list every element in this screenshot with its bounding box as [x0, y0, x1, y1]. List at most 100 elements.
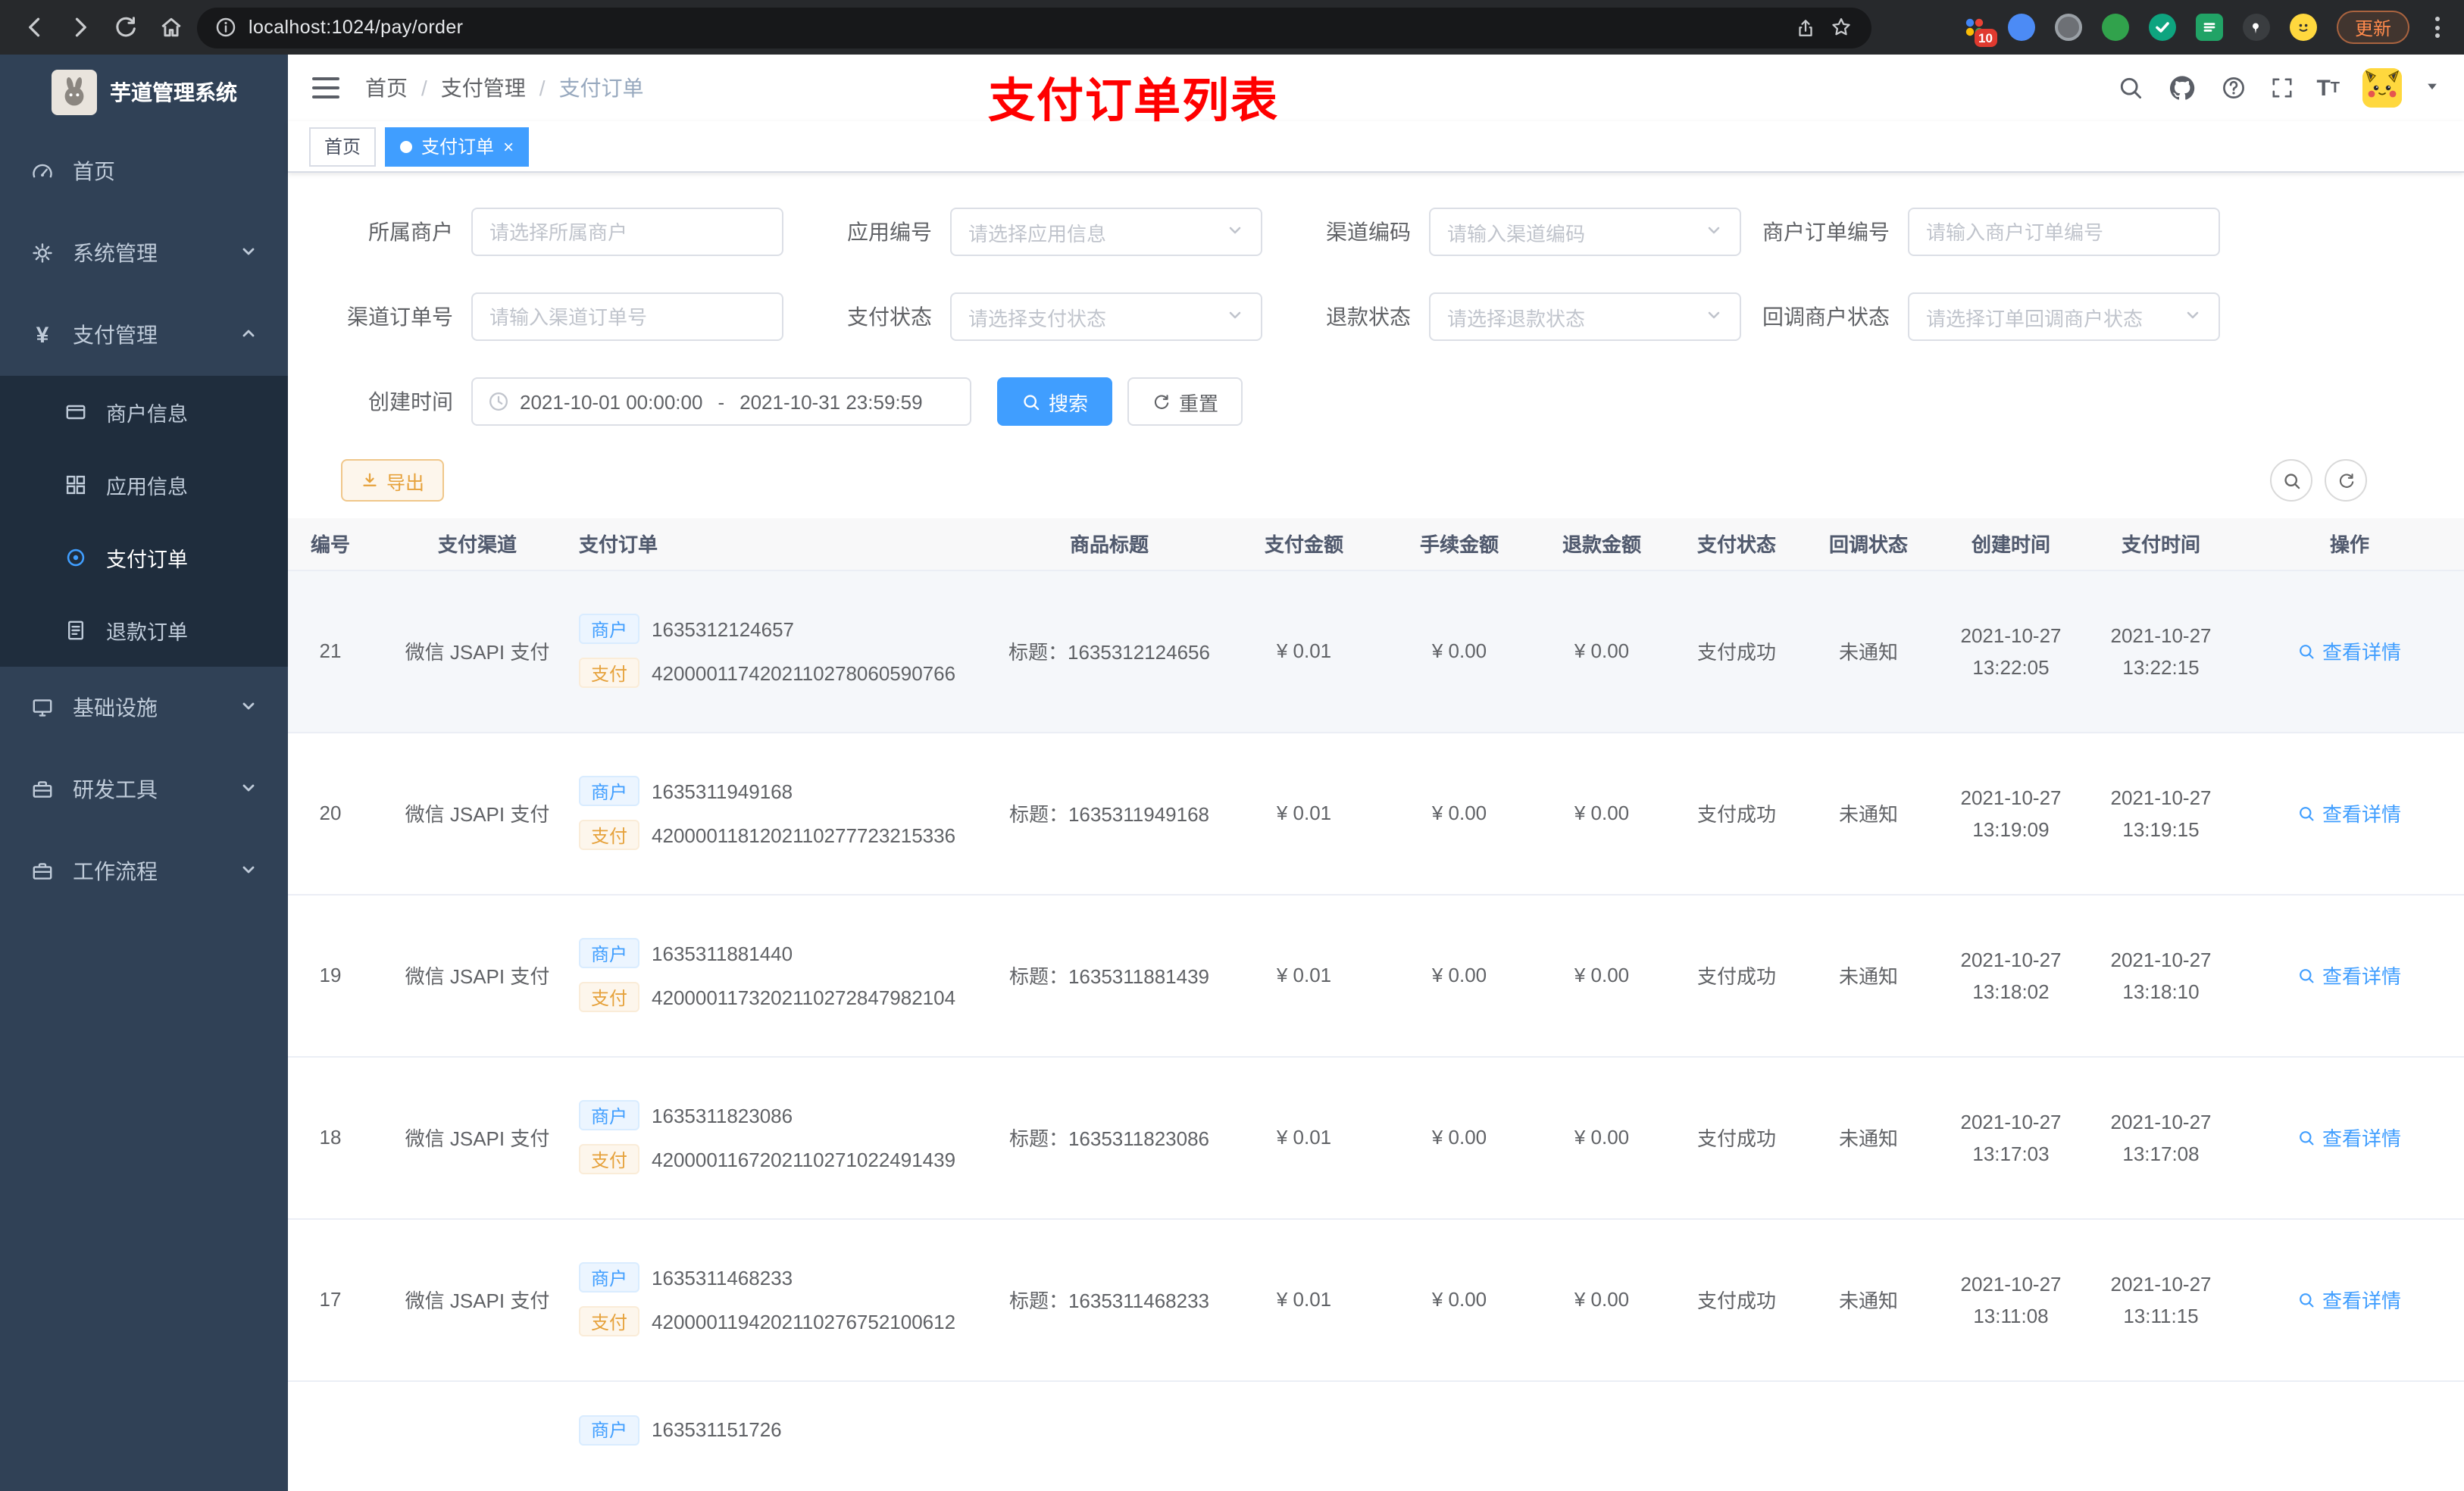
cell-refund: ¥ 0.00 [1532, 894, 1671, 1057]
notify-status-select[interactable]: 请选择订单回调商户状态 [1908, 292, 2220, 341]
filter-label: 渠道编码 [1326, 220, 1411, 244]
clock-icon [488, 391, 509, 412]
breadcrumb-current: 支付订单 [558, 76, 644, 100]
sidebar-item-workflow[interactable]: 工作流程 [0, 830, 288, 912]
cell-amount: ¥ 0.01 [1221, 1218, 1387, 1381]
channel-code-select[interactable]: 请输入渠道编码 [1429, 208, 1741, 256]
help-icon[interactable] [2219, 74, 2247, 102]
sidebar-item-payment[interactable]: ¥ 支付管理 [0, 294, 288, 376]
extension-pin-icon[interactable] [2242, 14, 2270, 41]
bookmark-star-icon[interactable] [1829, 15, 1853, 39]
pay-badge: 支付 [579, 820, 640, 850]
app-title: 芋道管理系统 [110, 80, 237, 105]
merchant-input[interactable] [471, 208, 783, 256]
view-detail-link[interactable]: 查看详情 [2298, 799, 2401, 827]
search-button[interactable]: 搜索 [997, 377, 1113, 426]
view-detail-link[interactable]: 查看详情 [2298, 1123, 2401, 1152]
table-row[interactable]: 21 微信 JSAPI 支付 商户 1635312124657 支付 4200001… [288, 570, 2464, 733]
avatar-caret-icon[interactable] [2425, 74, 2440, 102]
table-row-partial[interactable]: 商户 163531151726 [288, 1380, 2464, 1491]
pay-status-select[interactable]: 请选择支付状态 [950, 292, 1262, 341]
merchant-badge: 商户 [579, 938, 640, 968]
cell-status: 支付成功 [1671, 1056, 1802, 1219]
table-row[interactable]: 17 微信 JSAPI 支付 商户 1635311468233 支付 4200001… [288, 1218, 2464, 1381]
font-size-icon[interactable]: TT [2316, 75, 2340, 101]
url-text: localhost:1024/pay/order [249, 17, 464, 38]
cell-fee: ¥ 0.00 [1387, 732, 1532, 895]
reload-icon[interactable] [106, 8, 145, 47]
cell-create-time: 2021-10-27 13:19:09 [1960, 786, 2062, 840]
view-icon [2300, 968, 2315, 983]
extension-blue-icon[interactable] [2007, 14, 2035, 41]
view-detail-link[interactable]: 查看详情 [2298, 1285, 2401, 1314]
extension-face-icon[interactable] [2289, 14, 2317, 41]
orders-table: 编号 支付渠道 支付订单 商品标题 支付金额 手续金额 退款金额 支付状态 回调… [288, 518, 2464, 1491]
sidebar-item-infrastructure[interactable]: 基础设施 [0, 667, 288, 749]
toggle-search-button[interactable] [2270, 459, 2312, 502]
sidebar-toggle-icon[interactable] [312, 77, 339, 98]
github-icon[interactable] [2166, 73, 2197, 103]
channel-order-no-input[interactable] [471, 292, 783, 341]
refresh-button[interactable] [2325, 459, 2367, 502]
sidebar-item-app-info[interactable]: 应用信息 [0, 449, 288, 521]
create-time-range-picker[interactable]: 2021-10-01 00:00:00 - 2021-10-31 23:59:5… [471, 377, 971, 426]
close-icon[interactable]: × [503, 137, 514, 155]
filter-label: 退款状态 [1326, 305, 1411, 329]
cell-order: 商户 1635312124657 支付 4200001174202110278060… [552, 614, 997, 688]
merchant-order-no-input[interactable] [1908, 208, 2220, 256]
tab-home[interactable]: 首页 [309, 127, 377, 166]
extension-notes-icon[interactable] [2195, 14, 2223, 41]
cell-id: 19 [288, 894, 403, 1057]
extension-colordots-icon[interactable]: 10 [1961, 14, 1997, 47]
browser-menu-icon[interactable] [2429, 17, 2446, 38]
view-detail-link[interactable]: 查看详情 [2298, 961, 2401, 989]
pay-order-no: 4200001167202110271022491439 [652, 1148, 956, 1171]
sidebar-item-pay-order[interactable]: 支付订单 [0, 521, 288, 594]
sidebar-item-system[interactable]: 系统管理 [0, 212, 288, 294]
sidebar-item-refund-order[interactable]: 退款订单 [0, 594, 288, 667]
extension-green-icon[interactable] [2101, 14, 2129, 41]
export-button[interactable]: 导出 [341, 459, 445, 502]
reset-button[interactable]: 重置 [1127, 377, 1243, 426]
breadcrumb-section[interactable]: 支付管理 [441, 73, 526, 103]
home-icon[interactable] [152, 8, 191, 47]
forward-icon[interactable] [61, 8, 100, 47]
breadcrumb-home[interactable]: 首页 [365, 73, 408, 103]
col-channel: 支付渠道 [403, 518, 552, 570]
extension-gray-icon[interactable] [2054, 14, 2082, 41]
sidebar-item-devtools[interactable]: 研发工具 [0, 749, 288, 830]
share-icon[interactable] [1794, 16, 1817, 39]
sidebar-item-home[interactable]: 首页 [0, 130, 288, 212]
search-icon[interactable] [2116, 74, 2143, 102]
pay-order-no: 4200001174202110278060590766 [652, 661, 956, 684]
table-row[interactable]: 20 微信 JSAPI 支付 商户 1635311949168 支付 4200001… [288, 732, 2464, 895]
sidebar-item-merchant-info[interactable]: 商户信息 [0, 376, 288, 449]
filter-label: 创建时间 [368, 389, 453, 414]
view-detail-link[interactable]: 查看详情 [2298, 636, 2401, 665]
pay-order-no: 4200001181202110277723215336 [652, 824, 956, 846]
extensions-cluster: 10 更新 [1961, 11, 2449, 47]
table-row[interactable]: 18 微信 JSAPI 支付 商户 1635311823086 支付 4200001… [288, 1056, 2464, 1219]
filter-row-2: 渠道订单号 支付状态 请选择支付状态 退款状态 请选择退款状态 [288, 292, 2464, 341]
col-status: 支付状态 [1671, 518, 1802, 570]
right-toolbar [2270, 459, 2367, 502]
col-pay-time: 支付时间 [2087, 518, 2235, 570]
rabbit-logo-icon [51, 70, 96, 115]
dashboard-icon [30, 159, 55, 183]
app-logo[interactable]: 芋道管理系统 [0, 55, 288, 130]
page-content: 所属商户 应用编号 请选择应用信息 渠道编码 请输入渠道编码 [288, 173, 2464, 1491]
back-icon[interactable] [15, 8, 55, 47]
fullscreen-icon[interactable] [2269, 76, 2294, 100]
address-bar[interactable]: localhost:1024/pay/order [197, 7, 1871, 48]
merchant-badge: 商户 [579, 1100, 640, 1130]
tab-pay-order[interactable]: 支付订单 × [385, 127, 530, 166]
sidebar-item-label: 商户信息 [106, 403, 188, 426]
col-refund: 退款金额 [1532, 518, 1671, 570]
browser-update-button[interactable]: 更新 [2336, 11, 2409, 44]
refund-status-select[interactable]: 请选择退款状态 [1429, 292, 1741, 341]
site-info-icon[interactable] [215, 17, 236, 38]
app-select[interactable]: 请选择应用信息 [950, 208, 1262, 256]
avatar[interactable] [2362, 68, 2402, 108]
table-row[interactable]: 19 微信 JSAPI 支付 商户 1635311881440 支付 4200001… [288, 894, 2464, 1057]
extension-check-icon[interactable] [2148, 14, 2176, 41]
